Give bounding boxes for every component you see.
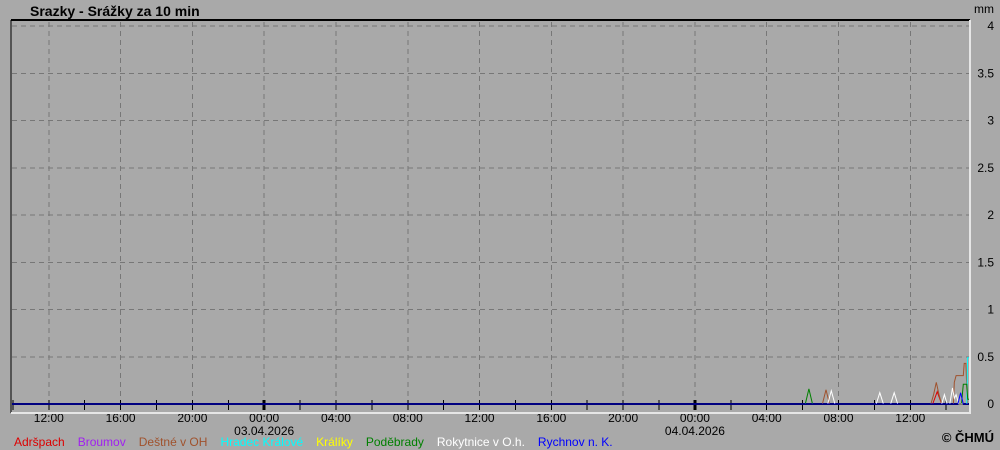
y-tick-label: 2.5 [977,161,994,175]
legend-item-rychnov-n-k-: Rychnov n. K. [537,435,613,449]
legend-item-rokytnice-v-o-h-: Rokytnice v O.h. [436,435,525,449]
y-tick-label: 3.5 [977,66,994,80]
series-line-hradec-kr-lov- [12,357,969,405]
x-date-label: 04.04.2026 [665,424,725,438]
copyright-label: © ČHMÚ [941,430,994,445]
y-tick-label: 4 [987,19,994,33]
series-line-rychnov-n-k- [12,392,969,405]
legend-item-pod-brady: Poděbrady [365,435,424,449]
legend-item-hradec-kr-lov-: Hradec Králové [220,435,304,449]
station-legend: Adršpach Broumov Deštné v OH Hradec Králové… [14,435,626,449]
legend-item-de-tn-v-oh: Deštné v OH [138,435,208,449]
y-tick-label: 1 [987,303,994,317]
series-line-de-tn-v-oh [12,362,969,405]
precipitation-chart-canvas: 12:00 16:00 20:00 00:00 04:00 08:00 12:00 16:00… [10,19,994,438]
series-line-pod-brady [12,383,969,405]
legend-item-kr-l-ky: Králíky [316,435,353,449]
legend-item-broumov: Broumov [77,435,126,449]
y-tick-label: 0.5 [977,350,994,364]
y-tick-label: 0 [987,397,994,411]
legend-item-adr-pach: Adršpach [14,435,65,449]
y-tick-label: 1.5 [977,255,994,269]
y-tick-label: 3 [987,114,994,128]
y-tick-label: 2 [987,208,994,222]
